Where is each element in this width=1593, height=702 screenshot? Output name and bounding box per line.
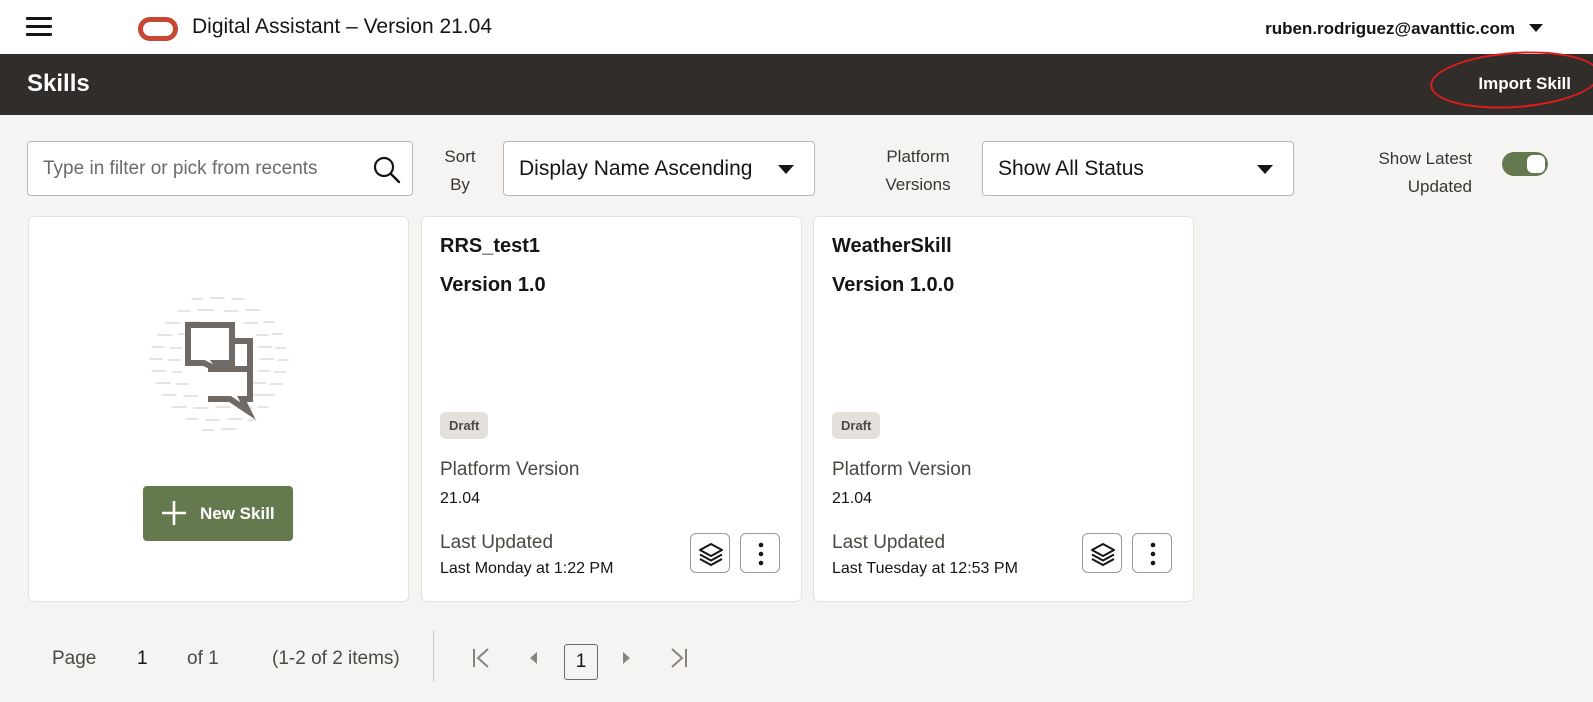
more-actions-button[interactable]	[1132, 533, 1172, 573]
toggle-knob	[1527, 155, 1545, 173]
user-menu-caret-icon[interactable]	[1529, 24, 1543, 32]
page-number-input[interactable]: 1	[137, 648, 148, 670]
more-actions-button[interactable]	[740, 533, 780, 573]
skill-card[interactable]: RRS_test1 Version 1.0 Draft Platform Ver…	[421, 216, 802, 602]
versions-button[interactable]	[690, 533, 730, 573]
platform-versions-select[interactable]: Show All Status	[982, 141, 1294, 196]
last-updated-value: Last Monday at 1:22 PM	[440, 560, 614, 577]
pagination: Page 1 of 1 (1-2 of 2 items) 1	[0, 630, 800, 690]
sort-by-select[interactable]: Display Name Ascending	[503, 141, 815, 196]
last-updated-value: Last Tuesday at 12:53 PM	[832, 560, 1018, 577]
new-skill-label: New Skill	[200, 504, 275, 523]
page-label: Page	[52, 648, 97, 669]
items-summary: (1-2 of 2 items)	[272, 648, 400, 669]
page-of-label: of 1	[187, 648, 219, 669]
platform-version-label: Platform Version	[440, 459, 580, 480]
layers-icon	[1091, 543, 1115, 566]
status-badge: Draft	[440, 412, 489, 439]
platform-versions-value: Show All Status	[998, 157, 1144, 180]
filter-search-input[interactable]	[43, 155, 363, 183]
skill-version: Version 1.0	[440, 274, 546, 296]
new-skill-card: New Skill	[28, 216, 409, 602]
last-updated-label: Last Updated	[440, 532, 554, 553]
previous-page-icon[interactable]	[520, 644, 548, 672]
user-menu-email[interactable]: ruben.rodriguez@avanttic.com	[1265, 19, 1515, 39]
next-page-icon[interactable]	[612, 644, 640, 672]
show-latest-updated-toggle[interactable]	[1502, 152, 1548, 176]
last-updated-label: Last Updated	[832, 532, 946, 553]
new-skill-button[interactable]: New Skill	[143, 486, 293, 541]
plus-icon	[162, 501, 186, 525]
skill-version: Version 1.0.0	[832, 274, 955, 296]
layers-icon	[699, 543, 723, 566]
pagination-divider	[433, 630, 434, 682]
last-page-icon[interactable]	[664, 644, 692, 672]
show-latest-updated-label: Show Latest Updated	[1378, 149, 1472, 196]
chevron-down-icon	[778, 165, 794, 174]
sort-by-value: Display Name Ascending	[519, 157, 753, 180]
platform-version-value: 21.04	[440, 490, 481, 507]
chat-bubbles-icon	[149, 297, 289, 431]
skill-name[interactable]: WeatherSkill	[832, 235, 952, 258]
oracle-logo	[138, 17, 178, 41]
app-header: Digital Assistant – Version 21.04 ruben.…	[0, 0, 1593, 54]
chevron-down-icon	[1257, 165, 1273, 174]
more-vertical-icon	[1150, 542, 1156, 566]
page-title: Skills	[27, 70, 90, 97]
platform-version-label: Platform Version	[832, 459, 972, 480]
skill-card[interactable]: WeatherSkill Version 1.0.0 Draft Platfor…	[813, 216, 1194, 602]
status-badge: Draft	[832, 412, 881, 439]
skill-name[interactable]: RRS_test1	[440, 235, 540, 258]
platform-versions-label: Platform Versions	[885, 147, 951, 194]
search-icon[interactable]	[372, 155, 402, 185]
current-page-button[interactable]: 1	[564, 644, 598, 680]
page-titlebar: Skills Import Skill	[0, 54, 1593, 115]
hamburger-menu-icon[interactable]	[26, 17, 52, 37]
platform-version-value: 21.04	[832, 490, 873, 507]
filter-search	[27, 141, 413, 196]
first-page-icon[interactable]	[468, 644, 496, 672]
sort-by-label: Sort By	[444, 147, 476, 194]
app-title: Digital Assistant – Version 21.04	[192, 15, 493, 38]
more-vertical-icon	[758, 542, 764, 566]
versions-button[interactable]	[1082, 533, 1122, 573]
